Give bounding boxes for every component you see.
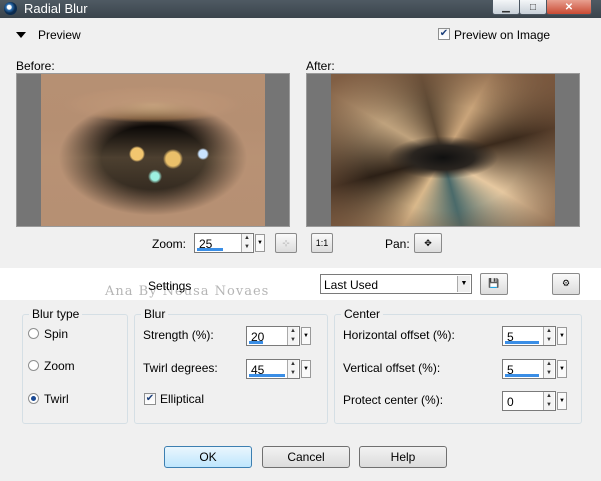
center-title: Center [341, 307, 384, 321]
strength-input[interactable]: 20 ▲ ▼ [246, 326, 300, 346]
preset-value: Last Used [324, 278, 379, 292]
twirl-degrees-input[interactable]: 45 ▲ ▼ [246, 359, 300, 379]
pan-icon[interactable]: ✥ [414, 233, 442, 253]
spin-radio[interactable] [28, 328, 39, 339]
protect-center-value: 0 [507, 395, 514, 409]
blur-type-title: Blur type [29, 307, 83, 321]
zoom-radio-label[interactable]: Zoom [44, 359, 75, 373]
elliptical-checkbox[interactable]: ✔ [144, 393, 156, 405]
zoom-spinner[interactable]: ▲ ▼ [241, 234, 252, 252]
zoom-1-1-button[interactable]: 1:1 [311, 233, 333, 253]
preset-manager-icon[interactable]: ⚙ [552, 273, 580, 295]
vertical-offset-dropdown-icon[interactable]: ▼ [557, 360, 567, 378]
strength-label: Strength (%): [143, 328, 214, 342]
vertical-offset-spinner[interactable]: ▲ ▼ [543, 360, 554, 378]
title-bar[interactable]: Radial Blur ▁ □ ✕ [0, 0, 601, 18]
settings-strip [0, 268, 601, 300]
minimize-icon[interactable]: ▁ [492, 0, 520, 15]
preview-on-image-checkbox[interactable]: ✔ [438, 28, 450, 40]
blur-title: Blur [141, 307, 169, 321]
vertical-offset-bar [505, 374, 539, 377]
maximize-icon[interactable]: □ [519, 0, 547, 15]
protect-center-input[interactable]: 0 ▲ ▼ [502, 391, 556, 411]
chevron-down-icon[interactable]: ▼ [457, 276, 470, 292]
vertical-offset-input[interactable]: 5 ▲ ▼ [502, 359, 556, 379]
strength-bar [249, 341, 263, 344]
protect-center-dropdown-icon[interactable]: ▼ [557, 392, 567, 410]
twirl-degrees-label: Twirl degrees: [143, 361, 218, 375]
cancel-button[interactable]: Cancel [262, 446, 350, 468]
zoom-bar [197, 248, 223, 251]
zoom-dropdown-icon[interactable]: ▼ [255, 234, 265, 252]
horizontal-offset-dropdown-icon[interactable]: ▼ [557, 327, 567, 345]
vertical-offset-label: Vertical offset (%): [343, 361, 441, 375]
before-preview[interactable] [16, 73, 290, 227]
pan-label: Pan: [385, 237, 410, 251]
collapse-triangle-icon[interactable] [16, 32, 26, 38]
zoom-label: Zoom: [152, 237, 187, 251]
close-icon[interactable]: ✕ [546, 0, 592, 15]
twirl-label[interactable]: Twirl [44, 392, 69, 406]
spin-label[interactable]: Spin [44, 327, 68, 341]
zoom-radio[interactable] [28, 360, 39, 371]
strength-spinner[interactable]: ▲ ▼ [287, 327, 298, 345]
horizontal-offset-bar [505, 341, 539, 344]
horizontal-offset-spinner[interactable]: ▲ ▼ [543, 327, 554, 345]
twirl-degrees-spinner[interactable]: ▲ ▼ [287, 360, 298, 378]
save-preset-icon[interactable]: 💾 [480, 273, 508, 295]
help-button[interactable]: Help [359, 446, 447, 468]
protect-center-spinner[interactable]: ▲ ▼ [543, 392, 554, 410]
preview-section-label: Preview [38, 28, 81, 42]
twirl-degrees-bar [249, 374, 285, 377]
preview-header: Preview ✔ Preview on Image [0, 22, 601, 46]
protect-center-label: Protect center (%): [343, 393, 444, 407]
preset-select[interactable]: Last Used ▼ [320, 274, 472, 294]
twirl-degrees-dropdown-icon[interactable]: ▼ [301, 360, 311, 378]
zoom-fit-icon[interactable]: ⊹ [275, 233, 297, 253]
before-image [41, 74, 265, 226]
settings-label: Settings [148, 279, 192, 293]
horizontal-offset-input[interactable]: 5 ▲ ▼ [502, 326, 556, 346]
elliptical-label[interactable]: Elliptical [160, 392, 204, 406]
after-label: After: [306, 59, 335, 73]
twirl-radio[interactable] [28, 393, 39, 404]
strength-dropdown-icon[interactable]: ▼ [301, 327, 311, 345]
zoom-input[interactable]: 25 ▲ ▼ [194, 233, 254, 253]
after-preview[interactable] [306, 73, 580, 227]
radial-blur-dialog: Radial Blur ▁ □ ✕ Preview ✔ Preview on I… [0, 0, 601, 481]
window-title: Radial Blur [24, 1, 88, 16]
after-image [331, 74, 555, 226]
app-icon [4, 2, 17, 15]
horizontal-offset-label: Horizontal offset (%): [343, 328, 455, 342]
ok-button[interactable]: OK [164, 446, 252, 468]
before-label: Before: [16, 59, 55, 73]
preview-on-image-label[interactable]: Preview on Image [454, 28, 550, 42]
